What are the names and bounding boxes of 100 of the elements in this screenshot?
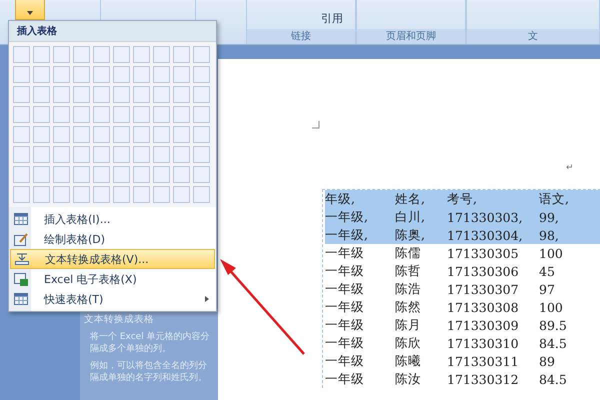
grid-cell[interactable] — [173, 86, 190, 103]
table-text: 84.5 — [539, 336, 568, 350]
grid-cell[interactable] — [73, 106, 90, 123]
table-text: 陈哲 — [395, 262, 422, 280]
grid-cell[interactable] — [133, 126, 150, 143]
grid-cell[interactable] — [93, 126, 110, 143]
grid-cell[interactable] — [13, 186, 30, 203]
grid-cell[interactable] — [73, 126, 90, 143]
grid-cell[interactable] — [53, 66, 70, 83]
grid-cell[interactable] — [153, 146, 170, 163]
grid-cell[interactable] — [13, 126, 30, 143]
grid-cell[interactable] — [153, 86, 170, 103]
grid-cell[interactable] — [193, 46, 210, 63]
grid-cell[interactable] — [113, 86, 130, 103]
grid-cell[interactable] — [173, 66, 190, 83]
grid-cell[interactable] — [133, 106, 150, 123]
grid-cell[interactable] — [73, 146, 90, 163]
grid-cell[interactable] — [13, 146, 30, 163]
table-button[interactable] — [15, 0, 45, 20]
grid-cell[interactable] — [73, 66, 90, 83]
grid-cell[interactable] — [193, 186, 210, 203]
grid-cell[interactable] — [13, 66, 30, 83]
grid-cell[interactable] — [33, 66, 50, 83]
grid-cell[interactable] — [173, 46, 190, 63]
table-text: 171330312 — [447, 372, 520, 386]
grid-cell[interactable] — [113, 126, 130, 143]
grid-cell[interactable] — [93, 66, 110, 83]
grid-cell[interactable] — [153, 186, 170, 203]
grid-cell[interactable] — [153, 126, 170, 143]
grid-cell[interactable] — [33, 126, 50, 143]
grid-cell[interactable] — [173, 106, 190, 123]
reference-button[interactable]: 引用 — [320, 11, 343, 26]
grid-cell[interactable] — [33, 146, 50, 163]
grid-cell[interactable] — [73, 186, 90, 203]
grid-cell[interactable] — [93, 106, 110, 123]
grid-cell[interactable] — [53, 46, 70, 63]
grid-cell[interactable] — [133, 66, 150, 83]
grid-cell[interactable] — [133, 86, 150, 103]
grid-cell[interactable] — [73, 46, 90, 63]
grid-cell[interactable] — [33, 106, 50, 123]
grid-cell[interactable] — [53, 186, 70, 203]
table-text: 语文, — [539, 190, 570, 208]
grid-cell[interactable] — [153, 106, 170, 123]
grid-cell[interactable] — [93, 86, 110, 103]
grid-cell[interactable] — [53, 86, 70, 103]
grid-cell[interactable] — [33, 186, 50, 203]
grid-cell[interactable] — [173, 126, 190, 143]
grid-cell[interactable] — [173, 186, 190, 203]
grid-cell[interactable] — [173, 146, 190, 163]
grid-cell[interactable] — [113, 166, 130, 183]
grid-cell[interactable] — [93, 166, 110, 183]
menu-item[interactable]: 快速表格(T) — [10, 289, 215, 309]
grid-cell[interactable] — [33, 46, 50, 63]
grid-cell[interactable] — [133, 166, 150, 183]
grid-cell[interactable] — [193, 86, 210, 103]
grid-cell[interactable] — [73, 86, 90, 103]
table-text: 100 — [539, 300, 564, 314]
grid-cell[interactable] — [93, 46, 110, 63]
grid-cell[interactable] — [93, 146, 110, 163]
grid-cell[interactable] — [113, 66, 130, 83]
grid-cell[interactable] — [53, 106, 70, 123]
menu-item[interactable]: 文本转换成表格(V)... — [10, 249, 215, 269]
table-text: 姓名, — [395, 190, 426, 208]
grid-cell[interactable] — [73, 166, 90, 183]
grid-cell[interactable] — [53, 146, 70, 163]
tooltip-text: 例如，可以将包含全名的列分隔成单独的名字列和姓氏列。 — [90, 360, 208, 384]
grid-cell[interactable] — [133, 186, 150, 203]
grid-cell[interactable] — [113, 106, 130, 123]
grid-cell[interactable] — [153, 66, 170, 83]
table-text: 陈月 — [395, 316, 422, 334]
grid-cell[interactable] — [153, 166, 170, 183]
grid-cell[interactable] — [193, 66, 210, 83]
menu-item[interactable]: 绘制表格(D) — [10, 229, 215, 249]
grid-cell[interactable] — [193, 146, 210, 163]
grid-cell[interactable] — [153, 46, 170, 63]
grid-cell[interactable] — [13, 106, 30, 123]
table-text: 171330309 — [447, 318, 520, 332]
grid-cell[interactable] — [113, 146, 130, 163]
grid-cell[interactable] — [193, 126, 210, 143]
grid-cell[interactable] — [133, 46, 150, 63]
grid-cell[interactable] — [13, 166, 30, 183]
grid-cell[interactable] — [93, 186, 110, 203]
menu-item[interactable]: 插入表格(I)... — [10, 209, 215, 229]
grid-cell[interactable] — [173, 166, 190, 183]
grid-cell[interactable] — [13, 86, 30, 103]
grid-cell[interactable] — [193, 106, 210, 123]
grid-cell[interactable] — [113, 46, 130, 63]
grid-cell[interactable] — [33, 166, 50, 183]
grid-cell[interactable] — [53, 126, 70, 143]
table-text: 171330311 — [447, 354, 520, 368]
grid-cell[interactable] — [113, 186, 130, 203]
table-text: 45 — [539, 264, 556, 278]
grid-cell[interactable] — [53, 166, 70, 183]
grid-cell[interactable] — [133, 146, 150, 163]
grid-cell[interactable] — [13, 46, 30, 63]
grid-cell[interactable] — [193, 166, 210, 183]
group-label: 链接 — [246, 29, 355, 44]
menu-item[interactable]: Excel 电子表格(X) — [10, 269, 215, 289]
pencil-table-icon — [14, 232, 28, 246]
grid-cell[interactable] — [33, 86, 50, 103]
